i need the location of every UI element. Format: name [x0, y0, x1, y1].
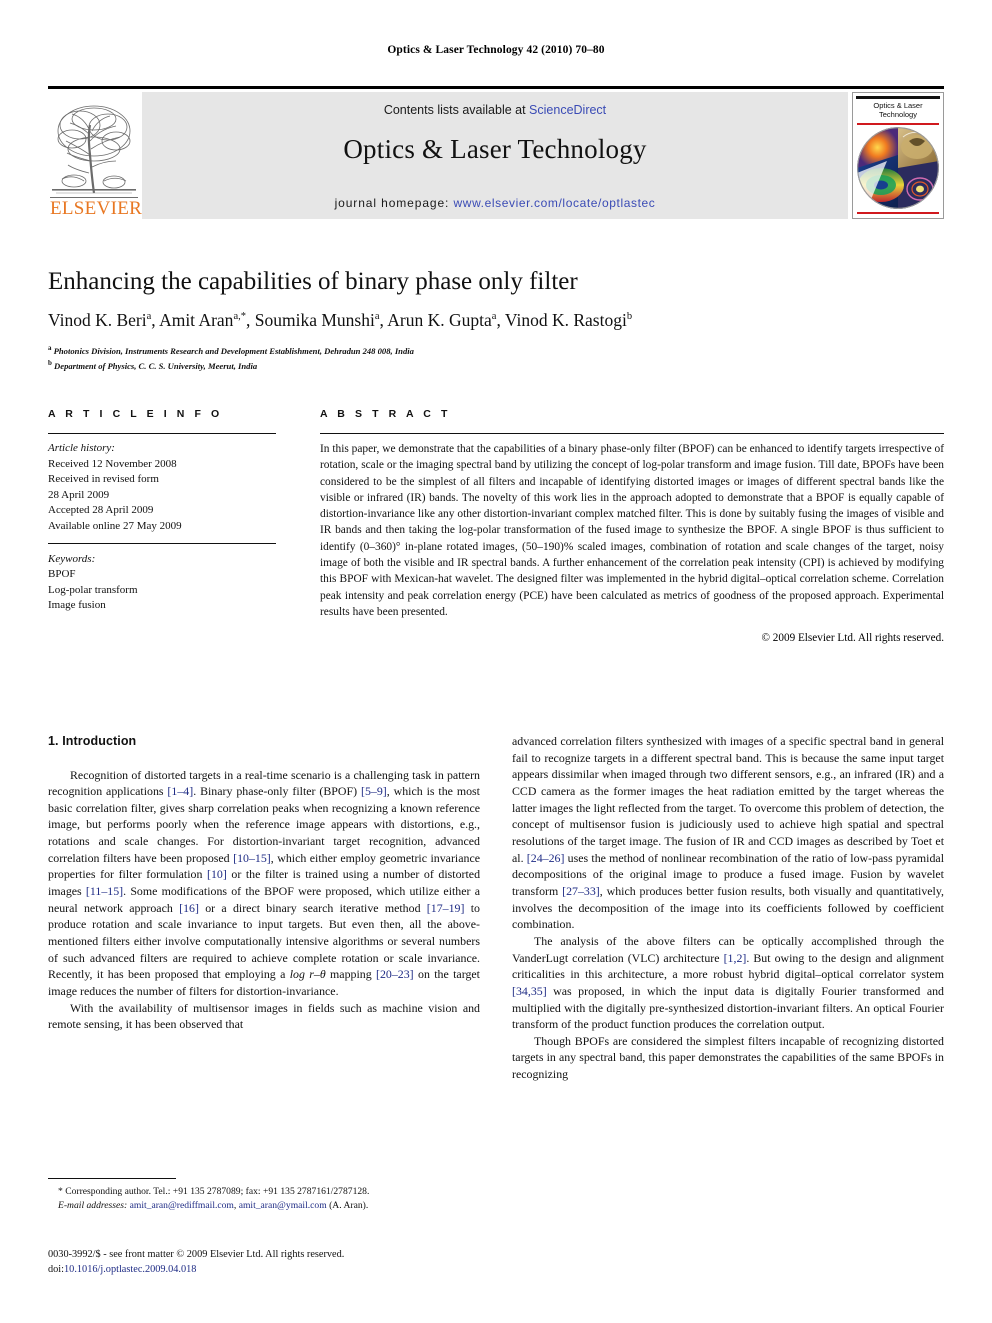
elsevier-logo: ELSEVIER	[48, 92, 143, 219]
keyword-item: Log-polar transform	[48, 583, 138, 596]
citation-link[interactable]: [20–23]	[376, 967, 414, 981]
right-paragraphs: advanced correlation filters synthesized…	[512, 733, 944, 1083]
author-name: Vinod K. Beri	[48, 310, 147, 330]
journal-homepage-link[interactable]: www.elsevier.com/locate/optlastec	[454, 196, 656, 210]
body-paragraph: Recognition of distorted targets in a re…	[48, 767, 481, 999]
issn-line: 0030-3992/$ - see front matter © 2009 El…	[48, 1249, 345, 1260]
article-history-line: 28 April 2009	[48, 488, 110, 501]
keywords-label: Keywords:	[48, 552, 96, 565]
author-list: Vinod K. Beria, Amit Arana,*, Soumika Mu…	[48, 310, 633, 330]
article-info-heading: A R T I C L E I N F O	[48, 408, 223, 420]
article-history: Article history: Received 12 November 20…	[48, 441, 276, 535]
article-history-lines: Received 12 November 2008 Received in rev…	[48, 457, 276, 535]
author-name: Amit Aran	[159, 310, 234, 330]
citation-link[interactable]: [24–26]	[527, 851, 565, 865]
keyword-item: BPOF	[48, 568, 76, 581]
journal-homepage-line: journal homepage: www.elsevier.com/locat…	[142, 196, 848, 210]
citation-link[interactable]: [1–4]	[167, 784, 193, 798]
cover-title-line-2: Technology	[879, 110, 917, 120]
citation-link[interactable]: [10–15]	[233, 851, 271, 865]
contents-prefix: Contents lists available at	[383, 103, 530, 117]
math-inline: log r–θ	[289, 967, 326, 982]
citation-link[interactable]: [27–33]	[562, 884, 600, 898]
author-name: Arun K. Gupta	[387, 310, 492, 330]
elsevier-tree-icon	[50, 101, 138, 197]
keywords-lines: BPOF Log-polar transform Image fusion	[48, 567, 276, 614]
citation-link[interactable]: [1,2]	[724, 951, 747, 965]
footnote-rule	[48, 1178, 176, 1179]
homepage-prefix: journal homepage:	[334, 196, 454, 210]
cover-rule-upper	[857, 123, 939, 125]
article-info-section: A R T I C L E I N F O Article history: R…	[48, 408, 276, 614]
journal-masthead: ELSEVIER Contents lists available at Sci…	[48, 86, 944, 219]
sciencedirect-link[interactable]: ScienceDirect	[529, 103, 606, 117]
journal-title: Optics & Laser Technology	[343, 134, 647, 164]
paper-page: Optics & Laser Technology 42 (2010) 70–8…	[0, 0, 992, 1323]
email-note: E-mail addresses: amit_aran@rediffmail.c…	[48, 1199, 480, 1213]
keywords-rule	[48, 542, 276, 544]
affiliation-marker: a	[48, 344, 52, 352]
footnote-block: * Corresponding author. Tel.: +91 135 27…	[48, 1178, 480, 1212]
body-column-left: 1. Introduction Recognition of distorted…	[48, 733, 480, 1033]
keyword-item: Image fusion	[48, 599, 106, 612]
affiliation-list: a Photonics Division, Instruments Resear…	[48, 343, 944, 373]
left-paragraphs: Recognition of distorted targets in a re…	[48, 767, 480, 1034]
cover-title: Optics & Laser Technology	[856, 101, 940, 120]
article-history-label: Article history:	[48, 442, 115, 454]
email-suffix: (A. Aran).	[329, 1199, 369, 1211]
cover-rule-lower	[857, 212, 939, 214]
article-title: Enhancing the capabilities of binary pha…	[48, 268, 578, 295]
article-history-line: Available online 27 May 2009	[48, 520, 182, 533]
abstract-copyright: © 2009 Elsevier Ltd. All rights reserved…	[761, 632, 945, 645]
citation-link[interactable]: [34,35]	[512, 984, 547, 998]
body-column-right: advanced correlation filters synthesized…	[512, 733, 944, 1083]
author-affil-marker: a	[374, 311, 380, 323]
keywords-block: Keywords: BPOF Log-polar transform Image f…	[48, 552, 276, 614]
journal-cover-thumbnail[interactable]: Optics & Laser Technology	[852, 92, 944, 219]
author-affil-marker: a	[491, 311, 497, 323]
author-affil-marker: b	[626, 311, 633, 323]
cover-artwork	[857, 127, 939, 209]
article-history-line: Accepted 28 April 2009	[48, 504, 154, 517]
author-affil-marker: a	[146, 311, 152, 323]
article-history-line: Received in revised form	[48, 473, 159, 486]
abstract-heading: A B S T R A C T	[320, 408, 451, 420]
body-paragraph: With the availability of multisensor ima…	[48, 1000, 480, 1032]
citation-link[interactable]: [11–15]	[86, 884, 123, 898]
email-link-2[interactable]: amit_aran@ymail.com	[239, 1200, 327, 1211]
affiliation-marker: b	[48, 359, 52, 368]
citation-link[interactable]: [5–9]	[361, 784, 387, 798]
imprint-block: 0030-3992/$ - see front matter © 2009 El…	[48, 1248, 528, 1278]
masthead-band: Contents lists available at ScienceDirec…	[142, 92, 848, 219]
abstract-section: A B S T R A C T In this paper, we demons…	[320, 408, 944, 644]
email-label: E-mail addresses:	[58, 1199, 128, 1211]
cover-top-rule	[856, 96, 940, 99]
section-heading-introduction: 1. Introduction	[48, 734, 137, 748]
doi-link[interactable]: 10.1016/j.optlastec.2009.04.018	[64, 1264, 196, 1275]
contents-available-line: Contents lists available at ScienceDirec…	[142, 103, 848, 117]
elsevier-wordmark: ELSEVIER	[50, 197, 143, 219]
body-paragraph: The analysis of the above filters can be…	[512, 933, 944, 1032]
body-paragraph: advanced correlation filters synthesized…	[512, 734, 945, 932]
corresponding-author-note: * Corresponding author. Tel.: +91 135 27…	[58, 1186, 370, 1197]
article-title-block: Enhancing the capabilities of binary pha…	[48, 268, 944, 373]
citation-link[interactable]: [17–19]	[427, 901, 465, 915]
running-head: Optics & Laser Technology 42 (2010) 70–8…	[387, 44, 605, 56]
abstract-rule	[320, 433, 944, 434]
citation-link[interactable]: [10]	[207, 867, 227, 881]
article-history-line: Received 12 November 2008	[48, 457, 177, 470]
affiliation-line: a Photonics Division, Instruments Resear…	[48, 344, 414, 356]
doi-line: doi:10.1016/j.optlastec.2009.04.018	[48, 1263, 528, 1278]
body-paragraph: Though BPOFs are considered the simplest…	[512, 1033, 944, 1082]
citation-link[interactable]: [16]	[179, 901, 199, 915]
author-affil-marker: a,*	[233, 311, 246, 323]
doi-label: doi:	[48, 1263, 65, 1275]
author-name: Vinod K. Rastogi	[504, 310, 627, 330]
article-info-rule	[48, 433, 276, 434]
affiliation-line: b Department of Physics, C. C. S. Univer…	[48, 359, 258, 372]
email-link-1[interactable]: amit_aran@rediffmail.com	[130, 1200, 234, 1211]
abstract-text: In this paper, we demonstrate that the c…	[320, 443, 944, 618]
cover-title-line-1: Optics & Laser	[873, 101, 923, 110]
author-name: Soumika Munshi	[254, 310, 375, 330]
